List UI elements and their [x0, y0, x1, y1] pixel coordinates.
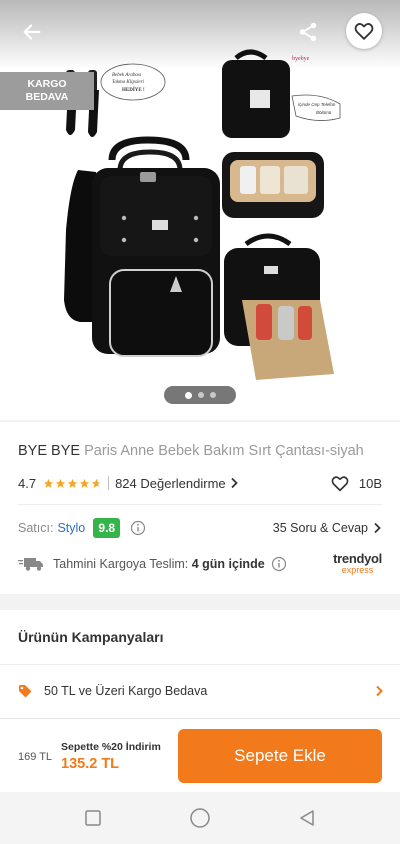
like-count: 10B [358, 475, 382, 491]
seller-score-badge: 9.8 [93, 518, 121, 538]
circle-icon [190, 808, 210, 828]
delivery-row: Tahmini Kargoya Teslim: 4 gün içinde tre… [18, 552, 382, 576]
share-icon [299, 22, 317, 42]
campaign-item[interactable]: 50 TL ve Üzeri Kargo Bedava [18, 680, 384, 702]
campaigns-divider [0, 664, 400, 665]
star-icon [79, 478, 90, 488]
favorite-button[interactable] [346, 13, 382, 49]
qa-link[interactable]: 35 Soru & Cevap [273, 521, 382, 535]
delivery-label: Tahmini Kargoya Teslim: [53, 557, 189, 571]
gallery-pagination[interactable] [164, 386, 236, 404]
delivery-estimate: Tahmini Kargoya Teslim: 4 gün içinde [53, 557, 265, 571]
info-icon[interactable] [130, 520, 146, 536]
share-button[interactable] [290, 14, 326, 50]
express-logo-line-2: express [341, 564, 374, 575]
phone-callout-text-1: İçinde Cep Telefon [298, 101, 336, 107]
campaigns-section: Ürünün Kampanyaları 50 TL ve Üzeri Kargo… [0, 610, 400, 720]
express-logo-line-1: trendyol [333, 550, 382, 566]
chevron-right-icon [231, 477, 238, 489]
truck-icon [18, 558, 43, 571]
product-image-gallery[interactable]: Bebek Arabası Takma Klipsleri HEDİYE ! İ… [0, 0, 400, 420]
badge-line-1: KARGO [27, 78, 67, 90]
chevron-right-icon [374, 522, 381, 534]
rating-row: 4.7 824 Değerlendirme 10B [18, 474, 382, 492]
reviews-label: 824 Değerlendirme [115, 475, 226, 491]
qa-label: 35 Soru & Cevap [272, 521, 368, 535]
main-backpack-image [64, 136, 220, 357]
pagination-dot-3[interactable] [209, 392, 216, 398]
bottle-pocket-backpack-image [224, 233, 334, 380]
cart-discount-label: Sepette %20 İndirim [61, 741, 161, 753]
badge-line-2: BEDAVA [25, 91, 69, 103]
like-count-button[interactable]: 10B [330, 474, 382, 492]
product-brand[interactable]: BYE BYE [18, 443, 80, 459]
arrow-left-icon [23, 24, 41, 40]
rating-stars [43, 478, 102, 489]
seller-label: Satıcı: [18, 521, 54, 535]
home-button[interactable] [182, 800, 218, 836]
heart-outline-icon [354, 23, 374, 40]
tag-icon [19, 685, 32, 698]
header-gradient [0, 0, 400, 70]
seller-name-link[interactable]: Stylo [57, 521, 85, 535]
trendyol-express-logo: trendyol express [333, 550, 382, 575]
star-half-icon [91, 478, 102, 488]
gift-callout-text-3: HEDİYE ! [122, 87, 145, 93]
product-title: BYE BYE Paris Anne Bebek Bakım Sırt Çant… [18, 442, 388, 460]
system-navigation-bar [0, 792, 400, 844]
product-name: Paris Anne Bebek Bakım Sırt Çantası-siya… [84, 443, 364, 459]
purchase-bar: 169 TL Sepette %20 İndirim 135.2 TL Sepe… [0, 718, 400, 792]
triangle-back-icon [299, 810, 314, 826]
add-to-cart-button[interactable]: Sepete Ekle [178, 729, 382, 783]
pagination-dot-2[interactable] [197, 392, 204, 398]
square-icon [85, 810, 102, 826]
reviews-link[interactable]: 824 Değerlendirme [115, 476, 239, 491]
rating-value: 4.7 [18, 475, 37, 491]
info-icon[interactable] [271, 556, 287, 572]
star-icon [43, 478, 54, 488]
heart-outline-icon [331, 476, 349, 492]
phone-callout-text-2: Bölümü [316, 110, 332, 115]
gift-callout-text-1: Bebek Arabası [112, 73, 142, 78]
product-info-card: BYE BYE Paris Anne Bebek Bakım Sırt Çant… [0, 422, 400, 594]
recent-apps-button[interactable] [75, 800, 111, 836]
info-divider [18, 504, 382, 505]
chevron-right-icon [376, 685, 383, 697]
star-icon [55, 478, 66, 488]
campaigns-title: Ürünün Kampanyaları [18, 629, 164, 645]
star-icon [67, 478, 78, 488]
seller-row: Satıcı: Stylo 9.8 35 Soru & Cevap [18, 517, 382, 539]
gift-callout-text-2: Takma Klipsleri [112, 80, 145, 85]
rating-separator [108, 476, 110, 490]
discounted-price: 135.2 TL [61, 756, 120, 772]
pagination-dot-1[interactable] [184, 391, 192, 399]
back-nav-button[interactable] [289, 800, 325, 836]
back-button[interactable] [14, 14, 50, 50]
free-shipping-badge: KARGO BEDAVA [0, 72, 94, 110]
delivery-value: 4 gün içinde [191, 557, 265, 571]
campaign-label: 50 TL ve Üzeri Kargo Bedava [44, 684, 208, 698]
original-price: 169 TL [18, 751, 53, 763]
open-backpack-image [222, 152, 324, 218]
